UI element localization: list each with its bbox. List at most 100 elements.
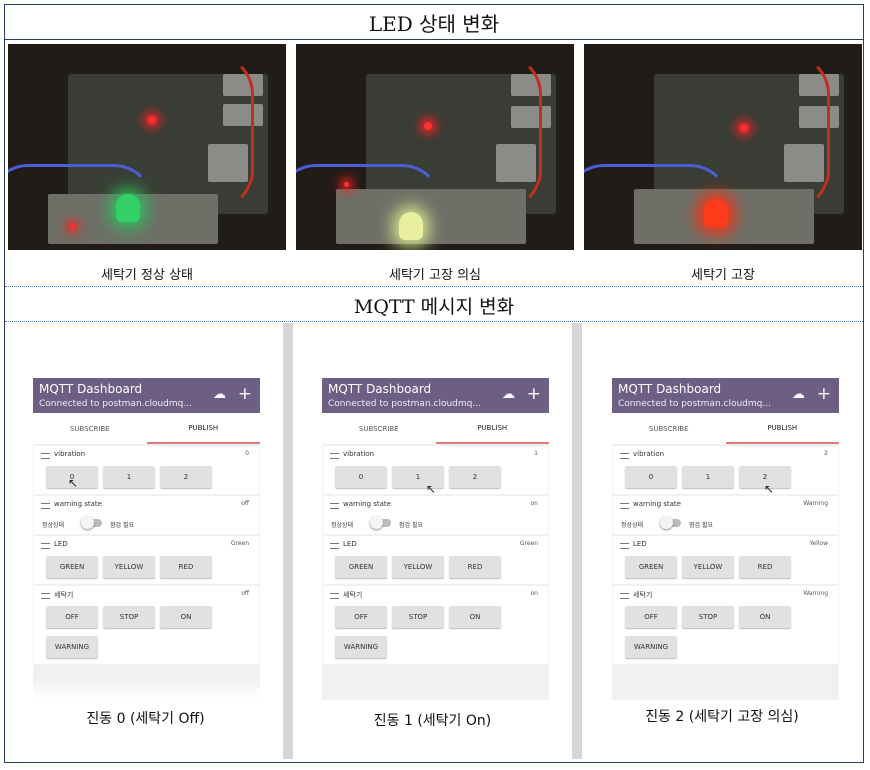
vibration-0-button[interactable]: 0: [625, 466, 677, 488]
tab-subscribe[interactable]: SUBSCRIBE: [33, 413, 147, 444]
washer-on-button[interactable]: ON: [160, 606, 212, 628]
toggle-knob[interactable]: [81, 516, 94, 529]
toggle-left-label: 정상상태: [42, 522, 65, 529]
tab-subscribe[interactable]: SUBSCRIBE: [612, 413, 726, 444]
drag-handle-icon[interactable]: [41, 593, 50, 599]
card-value: Warning: [803, 500, 828, 507]
mqtt-section-title: MQTT 메시지 변화: [353, 295, 515, 318]
cloud-off-icon[interactable]: ☁: [502, 387, 515, 402]
toggle-knob[interactable]: [660, 516, 673, 529]
bottom-fade: [33, 678, 260, 700]
led-card: LED Yellow GREEN YELLOW RED: [613, 536, 838, 584]
drag-handle-icon[interactable]: [41, 543, 50, 549]
drag-handle-icon[interactable]: [330, 593, 339, 599]
led-section-title: LED 상태 변화: [5, 5, 863, 40]
app-bar: MQTT Dashboard Connected to postman.clou…: [322, 378, 549, 413]
card-label: 세탁기: [54, 591, 74, 599]
toggle-right-label: 점검 필요: [399, 522, 423, 529]
tab-subscribe[interactable]: SUBSCRIBE: [322, 413, 436, 444]
app-title: MQTT Dashboard: [328, 382, 432, 396]
app-title: MQTT Dashboard: [618, 382, 722, 396]
washer-card: 세탁기 off OFF STOP ON WARNING: [34, 586, 259, 664]
washer-warning-button[interactable]: WARNING: [46, 636, 98, 658]
drag-handle-icon[interactable]: [620, 543, 629, 549]
washer-on-button[interactable]: ON: [739, 606, 791, 628]
photo-normal: [8, 44, 286, 250]
led-green-button[interactable]: GREEN: [335, 556, 387, 578]
drag-handle-icon[interactable]: [620, 503, 629, 509]
led-red-button[interactable]: RED: [160, 556, 212, 578]
led-card: LED Green GREEN YELLOW RED: [34, 536, 259, 584]
led-normal: [116, 194, 140, 222]
cloud-off-icon[interactable]: ☁: [213, 387, 226, 402]
warning-state-card: warning state Warning 정상상태 점검 필요: [613, 496, 838, 534]
add-icon[interactable]: +: [527, 384, 541, 404]
drag-handle-icon[interactable]: [41, 503, 50, 509]
vibration-2-button[interactable]: 2: [449, 466, 501, 488]
led-red-button[interactable]: RED: [449, 556, 501, 578]
led-suspected: [399, 212, 423, 240]
tab-publish[interactable]: PUBLISH: [725, 413, 839, 444]
cloud-off-icon[interactable]: ☁: [792, 387, 805, 402]
card-label: vibration: [343, 450, 375, 458]
drag-handle-icon[interactable]: [620, 453, 629, 459]
card-value: Green: [230, 540, 249, 547]
card-label: LED: [343, 540, 357, 548]
washer-on-button[interactable]: ON: [449, 606, 501, 628]
vibration-1-button[interactable]: 1: [392, 466, 444, 488]
toggle-left-label: 정상상태: [331, 522, 354, 529]
add-icon[interactable]: +: [238, 384, 252, 404]
led-green-button[interactable]: GREEN: [46, 556, 98, 578]
card-label: warning state: [343, 500, 391, 508]
washer-stop-button[interactable]: STOP: [682, 606, 734, 628]
tab-publish[interactable]: PUBLISH: [146, 413, 260, 444]
drag-handle-icon[interactable]: [41, 453, 50, 459]
vibration-1-button[interactable]: 1: [682, 466, 734, 488]
washer-stop-button[interactable]: STOP: [392, 606, 444, 628]
panel-separator: [572, 323, 582, 759]
card-value: Warning: [803, 590, 828, 597]
card-label: warning state: [54, 500, 102, 508]
card-label: 세탁기: [633, 591, 653, 599]
led-green-button[interactable]: GREEN: [625, 556, 677, 578]
app-subtitle: Connected to postman.cloudmq...: [39, 399, 192, 409]
screen-caption-2: 진동 2 (세탁기 고장 의심): [645, 709, 799, 725]
toggle-knob[interactable]: [370, 516, 383, 529]
drag-handle-icon[interactable]: [330, 503, 339, 509]
vibration-2-button[interactable]: 2: [160, 466, 212, 488]
photo-caption-fault: 세탁기 고장: [691, 268, 755, 283]
led-yellow-button[interactable]: YELLOW: [103, 556, 155, 578]
led-yellow-button[interactable]: YELLOW: [392, 556, 444, 578]
drag-handle-icon[interactable]: [330, 453, 339, 459]
drag-handle-icon[interactable]: [620, 593, 629, 599]
led-red-button[interactable]: RED: [739, 556, 791, 578]
drag-handle-icon[interactable]: [330, 543, 339, 549]
washer-warning-button[interactable]: WARNING: [335, 636, 387, 658]
toggle-left-label: 정상상태: [621, 522, 644, 529]
divider: [5, 321, 863, 322]
app-bar: MQTT Dashboard Connected to postman.clou…: [33, 378, 260, 413]
card-label: LED: [633, 540, 647, 548]
washer-off-button[interactable]: OFF: [46, 606, 98, 628]
warning-state-card: warning state on 정상상태 점검 필요: [323, 496, 548, 534]
vibration-1-button[interactable]: 1: [103, 466, 155, 488]
card-value: off: [241, 590, 249, 597]
mqtt-app-screen-2: MQTT Dashboard Connected to postman.clou…: [612, 378, 839, 700]
cursor-icon: ↖: [764, 482, 775, 496]
vibration-0-button[interactable]: 0: [335, 466, 387, 488]
photo-fault: [584, 44, 862, 250]
card-value: 0: [245, 450, 249, 457]
washer-off-button[interactable]: OFF: [335, 606, 387, 628]
washer-off-button[interactable]: OFF: [625, 606, 677, 628]
add-icon[interactable]: +: [817, 384, 831, 404]
led-card: LED Green GREEN YELLOW RED: [323, 536, 548, 584]
led-yellow-button[interactable]: YELLOW: [682, 556, 734, 578]
toggle-right-label: 점검 필요: [689, 522, 713, 529]
card-value: on: [530, 500, 538, 507]
tab-publish[interactable]: PUBLISH: [435, 413, 549, 444]
washer-warning-button[interactable]: WARNING: [625, 636, 677, 658]
cursor-icon: ↖: [426, 482, 437, 496]
panel-separator: [283, 323, 293, 759]
washer-stop-button[interactable]: STOP: [103, 606, 155, 628]
card-value: on: [530, 590, 538, 597]
